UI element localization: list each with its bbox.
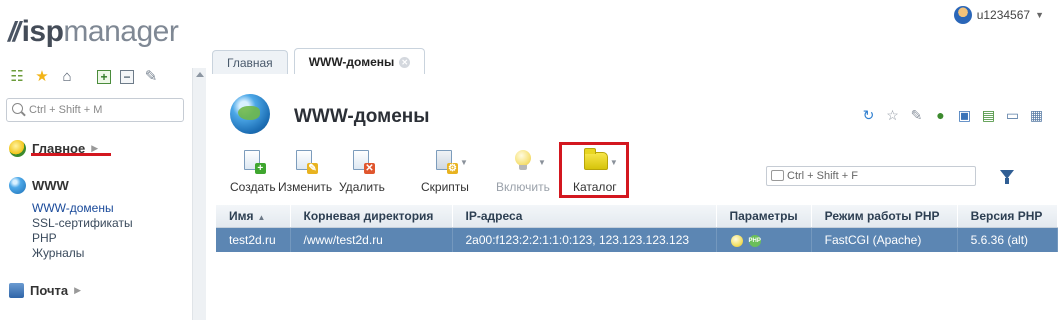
globe-page-icon bbox=[230, 94, 270, 134]
page-actions: ↻ ☆ ✎ ● ▣ ▤ ▭ ▦ bbox=[861, 108, 1044, 123]
cell-ips: 2a00:f123:2:2:1:1:0:123, 123.123.123.123 bbox=[452, 227, 717, 252]
bank-icon[interactable]: ⌂ bbox=[59, 69, 75, 85]
tab-www-domains[interactable]: WWW-домены ✕ bbox=[293, 48, 426, 74]
copy-icon[interactable]: ▣ bbox=[957, 108, 972, 123]
edit-button[interactable]: ✎ Изменить bbox=[278, 150, 332, 194]
sidebar-item-www-domains[interactable]: WWW-домены bbox=[32, 201, 114, 215]
sidebar-section-mail[interactable]: Почта ▶ bbox=[9, 283, 81, 298]
column-header-params[interactable]: Параметры bbox=[716, 205, 812, 228]
sidebar-toolbar: ☷ ★ ⌂ + − ✎ bbox=[9, 69, 159, 85]
scripts-button-label: Скрипты bbox=[421, 180, 469, 194]
cell-name: test2d.ru bbox=[216, 227, 291, 252]
tab-home-label: Главная bbox=[227, 56, 273, 70]
plus-icon: + bbox=[254, 163, 266, 174]
tab-bar: Главная WWW-домены ✕ bbox=[212, 48, 431, 74]
print-icon[interactable]: ▭ bbox=[1005, 108, 1020, 123]
logo-isp-text: isp bbox=[21, 15, 64, 48]
page-title: WWW-домены bbox=[294, 106, 430, 127]
user-avatar-icon bbox=[953, 6, 972, 24]
enable-button-label: Включить bbox=[496, 180, 550, 194]
edit-button-label: Изменить bbox=[278, 180, 333, 194]
enable-button[interactable]: ▼ Включить bbox=[496, 150, 550, 194]
sidebar-item-ssl[interactable]: SSL-сертификаты bbox=[32, 216, 133, 230]
column-header-ips[interactable]: IP-адреса bbox=[452, 205, 717, 228]
filter-funnel-icon[interactable] bbox=[1000, 170, 1014, 184]
sidebar-search-input[interactable]: Ctrl + Shift + M bbox=[6, 98, 184, 122]
main-panel: WWW-домены ↻ ☆ ✎ ● ▣ ▤ ▭ ▦ + Создать ✎ И… bbox=[216, 72, 1064, 320]
app-logo[interactable]: //ispmanager bbox=[8, 14, 179, 50]
scripts-button[interactable]: ⚙ ▼ Скрипты bbox=[421, 150, 469, 194]
star-icon[interactable]: ☆ bbox=[885, 108, 900, 123]
user-name: u1234567 bbox=[976, 8, 1031, 22]
lightbulb-icon bbox=[514, 150, 531, 170]
script-gear-icon: ⚙ bbox=[446, 163, 458, 174]
column-header-php-mode[interactable]: Режим работы PHP bbox=[811, 205, 958, 228]
sidebar-search-placeholder: Ctrl + Shift + M bbox=[29, 104, 103, 116]
tree-view-icon[interactable]: ☷ bbox=[9, 69, 25, 85]
lightbulb-icon bbox=[730, 234, 743, 247]
sidebar-item-logs[interactable]: Журналы bbox=[32, 246, 84, 260]
delete-button[interactable]: ✕ Удалить bbox=[339, 150, 385, 194]
column-header-root[interactable]: Корневая директория bbox=[290, 205, 453, 228]
chevron-down-icon: ▼ bbox=[460, 158, 468, 167]
chevron-down-icon: ▼ bbox=[1035, 10, 1044, 20]
favorites-star-icon[interactable]: ★ bbox=[34, 69, 50, 85]
close-tab-icon[interactable]: ✕ bbox=[399, 57, 411, 69]
globe-small-icon[interactable]: ● bbox=[933, 108, 948, 123]
pin-icon[interactable]: ✎ bbox=[909, 108, 924, 123]
column-header-php-version[interactable]: Версия PHP bbox=[957, 205, 1059, 228]
logo-manager-text: manager bbox=[63, 15, 179, 48]
pencil-icon: ✎ bbox=[307, 163, 319, 174]
export-icon[interactable]: ▤ bbox=[981, 108, 996, 123]
delete-x-icon: ✕ bbox=[363, 163, 375, 174]
search-icon bbox=[12, 103, 23, 114]
cell-params: PHP bbox=[716, 227, 812, 252]
pin-icon[interactable]: ✎ bbox=[143, 69, 159, 85]
sidebar-section-mail-label: Почта bbox=[30, 283, 69, 298]
logo-mark-icon: // bbox=[8, 16, 20, 47]
table-row[interactable]: test2d.ru /www/test2d.ru 2a00:f123:2:2:1… bbox=[216, 227, 1059, 252]
settings-table-icon[interactable]: ▦ bbox=[1029, 108, 1044, 123]
column-header-name[interactable]: Имя ▲ bbox=[216, 205, 291, 228]
annotation-underline bbox=[31, 153, 111, 156]
delete-button-label: Удалить bbox=[339, 180, 385, 194]
globe-icon bbox=[9, 177, 26, 194]
sort-asc-icon: ▲ bbox=[257, 212, 266, 222]
sidebar-scrollbar[interactable] bbox=[192, 68, 206, 320]
cell-php-version: 5.6.36 (alt) bbox=[957, 227, 1059, 252]
filter-search-icon bbox=[771, 170, 784, 181]
domains-table: Имя ▲ Корневая директория IP-адреса Парам… bbox=[216, 205, 1059, 252]
collapse-all-icon[interactable]: − bbox=[120, 70, 134, 84]
php-icon: PHP bbox=[748, 234, 761, 247]
chevron-right-icon: ▶ bbox=[74, 285, 82, 295]
chevron-down-icon: ▼ bbox=[538, 158, 546, 167]
annotation-highlight-box bbox=[559, 142, 629, 198]
tab-www-domains-label: WWW-домены bbox=[308, 55, 395, 69]
refresh-icon[interactable]: ↻ bbox=[861, 108, 876, 123]
table-filter-input[interactable]: Ctrl + Shift + F bbox=[766, 166, 976, 186]
cell-php-mode: FastCGI (Apache) bbox=[811, 227, 958, 252]
table-header-row: Имя ▲ Корневая директория IP-адреса Парам… bbox=[216, 205, 1059, 228]
table-filter-placeholder: Ctrl + Shift + F bbox=[787, 170, 858, 182]
create-button[interactable]: + Создать bbox=[230, 150, 276, 194]
sidebar-item-php[interactable]: PHP bbox=[32, 231, 57, 245]
scroll-up-icon[interactable] bbox=[196, 72, 204, 77]
tab-home[interactable]: Главная bbox=[212, 50, 288, 74]
cell-root: /www/test2d.ru bbox=[290, 227, 453, 252]
mail-icon bbox=[9, 283, 24, 298]
expand-all-icon[interactable]: + bbox=[97, 70, 111, 84]
sidebar-section-www[interactable]: WWW bbox=[9, 177, 69, 194]
create-button-label: Создать bbox=[230, 180, 276, 194]
user-menu[interactable]: u1234567 ▼ bbox=[953, 6, 1044, 24]
sidebar: ☷ ★ ⌂ + − ✎ Ctrl + Shift + M Главное ▶ W… bbox=[0, 60, 192, 320]
main-section-icon bbox=[9, 140, 26, 157]
sidebar-section-www-label: WWW bbox=[32, 178, 69, 193]
